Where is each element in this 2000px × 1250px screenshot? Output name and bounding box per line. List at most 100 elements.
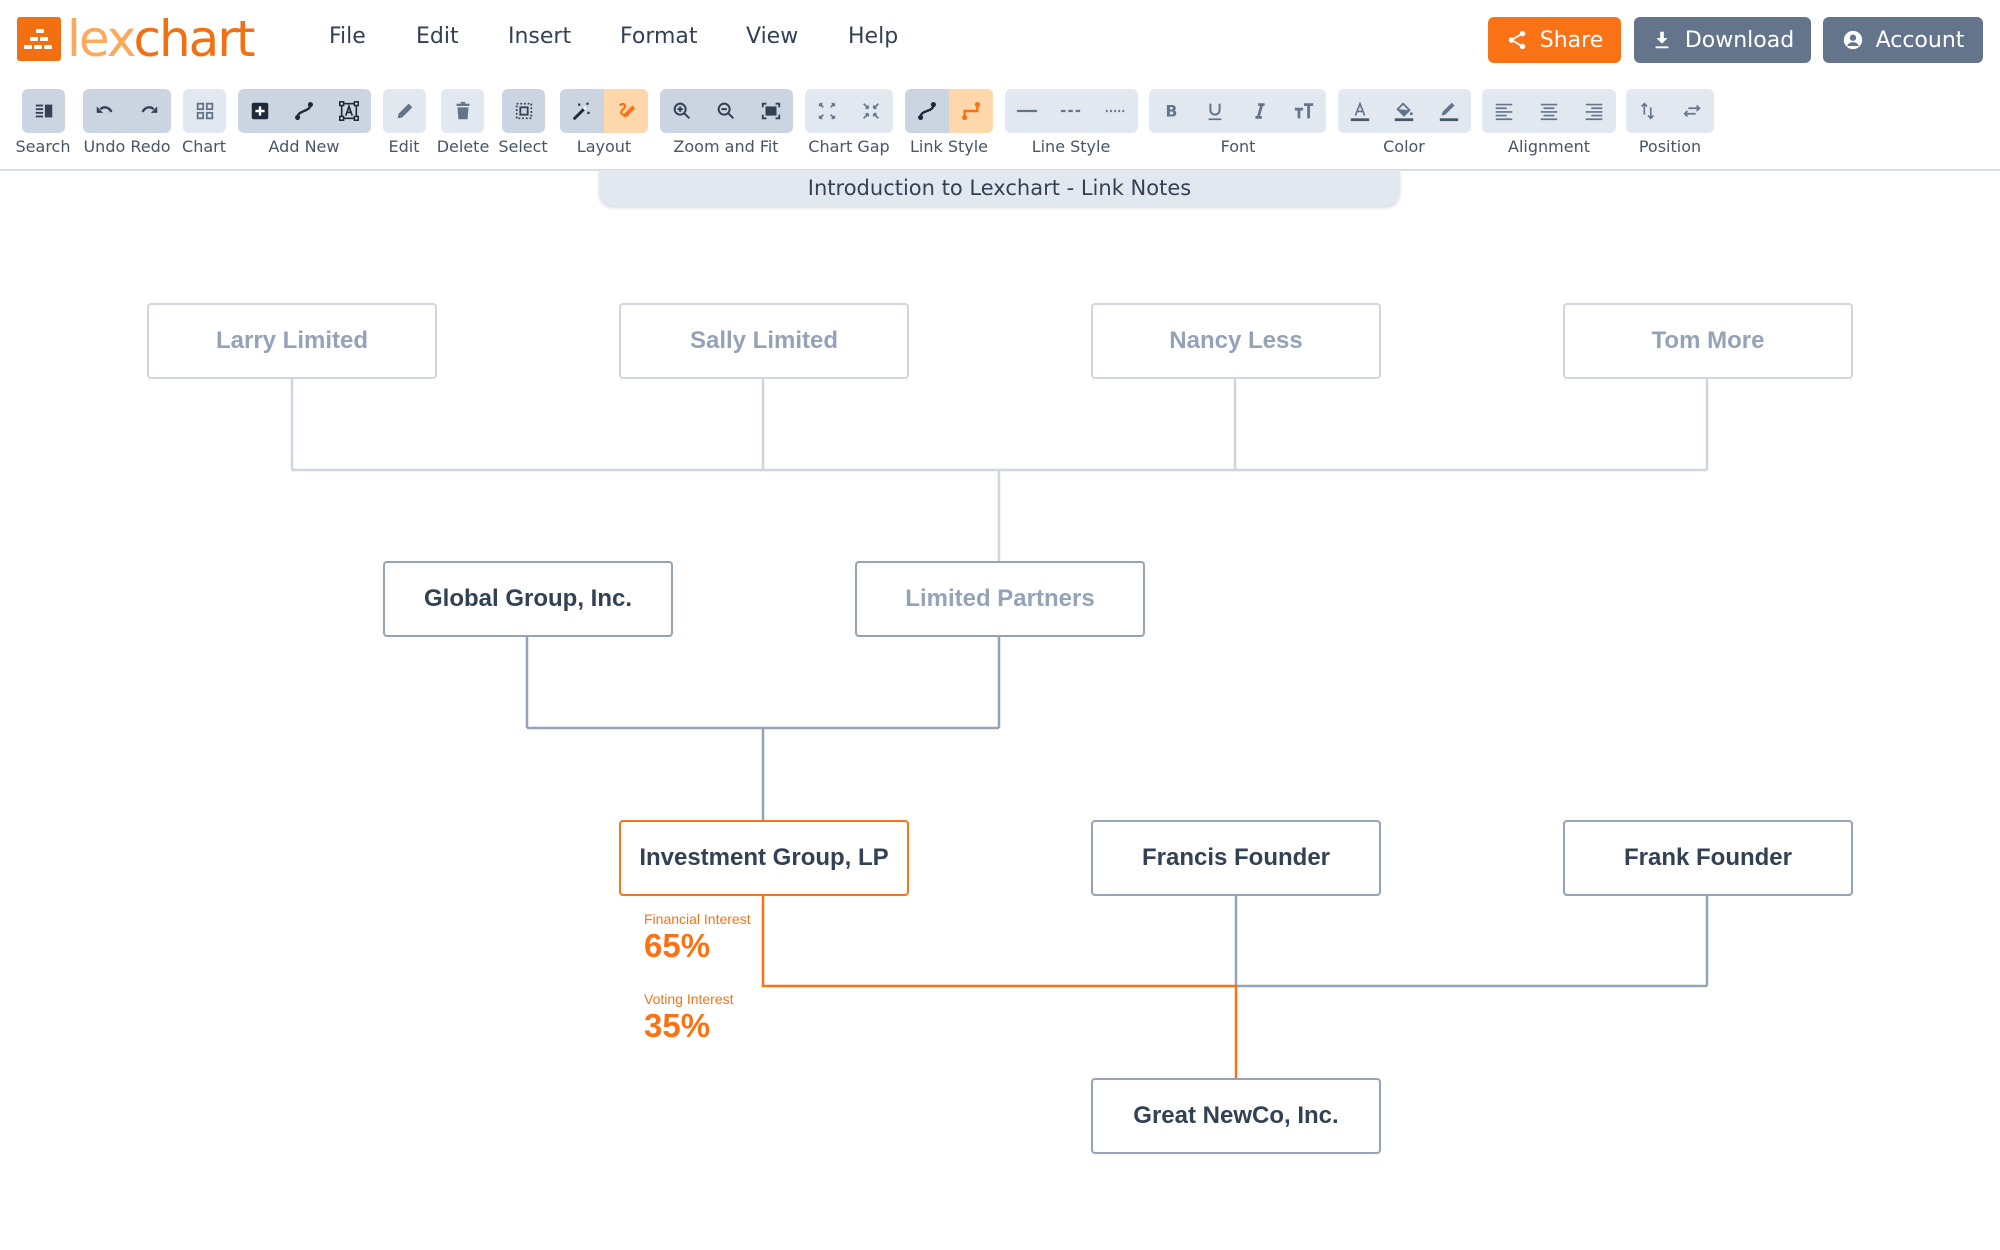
line-color-button[interactable] xyxy=(1427,89,1471,133)
logo-wordmark: lexchart xyxy=(67,10,255,68)
line-color-icon xyxy=(1439,102,1458,122)
zoom-in-icon xyxy=(673,102,691,120)
node-limited-partners[interactable]: Limited Partners xyxy=(855,561,1145,637)
trash-icon xyxy=(456,101,469,120)
add-text-button[interactable] xyxy=(327,89,371,133)
align-center-button[interactable] xyxy=(1527,89,1572,133)
link-style-label: Link Style xyxy=(909,137,989,156)
voting-interest-value: 35% xyxy=(644,1007,711,1044)
node-frank-founder[interactable]: Frank Founder xyxy=(1563,820,1853,896)
dashed-line-button[interactable] xyxy=(1049,89,1093,133)
bold-button[interactable]: B xyxy=(1149,89,1193,133)
node-global-group[interactable]: Global Group, Inc. xyxy=(383,561,673,637)
underline-icon xyxy=(1208,103,1222,121)
swap-horizontal-button[interactable] xyxy=(1670,89,1714,133)
redo-button[interactable] xyxy=(127,89,171,133)
add-box-button[interactable] xyxy=(238,89,282,133)
link-note-voting[interactable]: Voting Interest 35% xyxy=(644,991,734,1045)
financial-interest-label: Financial Interest xyxy=(644,911,751,927)
menu-insert[interactable]: Insert xyxy=(508,24,571,49)
node-tom-more[interactable]: Tom More xyxy=(1563,303,1853,379)
zoom-in-button[interactable] xyxy=(660,89,704,133)
node-francis-founder[interactable]: Francis Founder xyxy=(1091,820,1381,896)
chart-gap-group xyxy=(805,89,893,133)
dotted-line-button[interactable] xyxy=(1094,89,1138,133)
download-icon xyxy=(1655,31,1669,49)
zoom-out-button[interactable] xyxy=(704,89,748,133)
line-style-label: Line Style xyxy=(1031,137,1111,156)
text-color-button[interactable] xyxy=(1338,89,1382,133)
account-button[interactable]: Account xyxy=(1823,17,1983,63)
menu-view[interactable]: View xyxy=(746,24,798,49)
auto-layout-button[interactable] xyxy=(560,89,604,133)
curved-link-icon xyxy=(918,102,936,120)
node-larry-limited[interactable]: Larry Limited xyxy=(147,303,437,379)
manual-layout-icon xyxy=(618,102,636,118)
text-size-icon xyxy=(1294,103,1314,119)
font-label: Font xyxy=(1220,137,1256,156)
select-group xyxy=(502,89,545,133)
chart-group xyxy=(183,89,226,133)
position-label: Position xyxy=(1638,137,1702,156)
menu-format[interactable]: Format xyxy=(620,24,698,49)
share-button[interactable]: Share xyxy=(1488,17,1621,63)
curved-link-button[interactable] xyxy=(905,89,949,133)
lexchart-logo[interactable]: lexchart xyxy=(17,10,255,68)
chart-title[interactable]: Introduction to Lexchart - Link Notes xyxy=(599,170,1400,206)
delete-button[interactable] xyxy=(441,89,484,133)
search-button[interactable] xyxy=(22,89,65,133)
delete-label: Delete xyxy=(436,137,490,156)
elbow-link-icon xyxy=(962,102,980,120)
link-note-financial[interactable]: Financial Interest 65% xyxy=(644,911,751,965)
alignment-label: Alignment xyxy=(1508,137,1590,156)
download-button[interactable]: Download xyxy=(1634,17,1811,63)
swap-vertical-button[interactable] xyxy=(1626,89,1670,133)
manual-layout-button[interactable] xyxy=(604,89,648,133)
elbow-link-button[interactable] xyxy=(949,89,993,133)
logo-mark-icon xyxy=(17,17,61,61)
add-text-icon xyxy=(338,101,359,121)
node-investment-group[interactable]: Investment Group, LP xyxy=(619,820,909,896)
align-left-button[interactable] xyxy=(1482,89,1527,133)
align-right-button[interactable] xyxy=(1571,89,1616,133)
highlighted-link-investment-newco[interactable] xyxy=(761,896,1238,1078)
fit-screen-button[interactable] xyxy=(749,89,793,133)
undo-redo-label: Undo Redo xyxy=(83,137,171,156)
underline-button[interactable] xyxy=(1193,89,1237,133)
zoom-fit-label: Zoom and Fit xyxy=(673,137,779,156)
text-size-button[interactable] xyxy=(1282,89,1326,133)
redo-icon xyxy=(141,106,158,113)
add-new-label: Add New xyxy=(268,137,340,156)
node-sally-limited[interactable]: Sally Limited xyxy=(619,303,909,379)
expand-gap-icon xyxy=(818,102,836,120)
edit-label: Edit xyxy=(388,137,420,156)
undo-button[interactable] xyxy=(83,89,127,133)
chart-button[interactable] xyxy=(183,89,226,133)
text-color-icon xyxy=(1350,101,1370,122)
select-button[interactable] xyxy=(502,89,545,133)
menu-file[interactable]: File xyxy=(329,24,366,49)
italic-icon xyxy=(1255,103,1265,119)
swap-horizontal-icon xyxy=(1683,104,1701,118)
italic-button[interactable] xyxy=(1238,89,1282,133)
layout-label: Layout xyxy=(576,137,632,156)
pencil-icon xyxy=(397,103,412,119)
node-nancy-less[interactable]: Nancy Less xyxy=(1091,303,1381,379)
bold-icon: B xyxy=(1166,103,1178,121)
voting-interest-label: Voting Interest xyxy=(644,991,734,1007)
solid-line-button[interactable] xyxy=(1005,89,1049,133)
menu-edit[interactable]: Edit xyxy=(416,24,459,49)
edit-button[interactable] xyxy=(383,89,426,133)
expand-gap-button[interactable] xyxy=(805,89,849,133)
financial-interest-value: 65% xyxy=(644,927,711,964)
align-center-icon xyxy=(1540,103,1558,121)
download-label: Download xyxy=(1684,27,1795,53)
add-link-button[interactable] xyxy=(282,89,326,133)
swap-vertical-icon xyxy=(1640,102,1655,120)
fill-color-button[interactable] xyxy=(1382,89,1426,133)
dashed-line-icon xyxy=(1061,109,1082,113)
node-great-newco[interactable]: Great NewCo, Inc. xyxy=(1091,1078,1381,1154)
menu-help[interactable]: Help xyxy=(848,24,898,49)
shrink-gap-button[interactable] xyxy=(849,89,893,133)
align-right-icon xyxy=(1585,103,1602,121)
